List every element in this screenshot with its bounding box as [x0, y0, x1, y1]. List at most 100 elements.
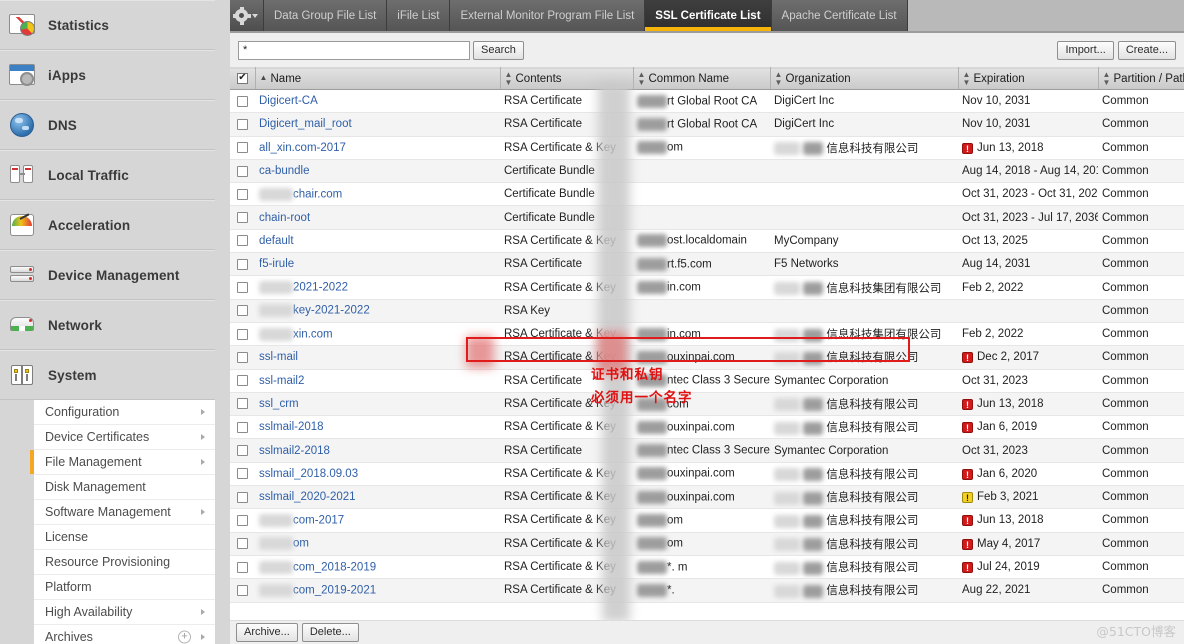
certificate-link[interactable]: all_xin.com-2017	[259, 142, 346, 154]
sidebar-item-system[interactable]: System	[0, 350, 215, 400]
sidebar-subitem-license[interactable]: License	[34, 525, 215, 550]
row-select-cell[interactable]	[230, 112, 255, 137]
archive-button[interactable]: Archive...	[236, 623, 298, 642]
certificate-link[interactable]: ssl-mail2	[259, 375, 304, 387]
row-checkbox[interactable]	[237, 445, 248, 457]
row-checkbox[interactable]	[237, 118, 248, 130]
cell-name[interactable]: key-2021-2022	[255, 299, 500, 323]
table-row[interactable]: chair.com Certificate Bundle Oct 31, 2023 …	[230, 182, 1184, 207]
row-select-cell[interactable]	[230, 229, 255, 254]
row-checkbox[interactable]	[237, 375, 248, 387]
sidebar-item-iapps[interactable]: iApps	[0, 50, 215, 100]
cell-name[interactable]: com-2017	[255, 508, 500, 533]
certificate-link[interactable]: ca-bundle	[259, 165, 310, 177]
row-select-cell[interactable]	[230, 508, 255, 533]
select-all-checkbox[interactable]	[236, 72, 248, 84]
row-checkbox[interactable]	[237, 305, 248, 317]
import-button[interactable]: Import...	[1057, 40, 1114, 60]
row-select-cell[interactable]	[230, 462, 255, 487]
table-row[interactable]: sslmail_2020-2021 RSA Certificate & Key ou…	[230, 485, 1184, 510]
sidebar-item-local-traffic[interactable]: Local Traffic	[0, 150, 215, 200]
cell-name[interactable]: om	[255, 532, 500, 556]
column-header-name[interactable]: ▲ Name	[255, 67, 501, 90]
certificate-link[interactable]: sslmail_2020-2021	[259, 491, 356, 503]
row-checkbox[interactable]	[237, 95, 248, 107]
certificate-link[interactable]: com_2019-2021	[293, 584, 376, 596]
row-select-cell[interactable]	[230, 438, 255, 463]
select-all-header[interactable]	[230, 67, 256, 90]
row-checkbox[interactable]	[237, 258, 248, 270]
table-row[interactable]: com_2018-2019 RSA Certificate & Key *. m 信…	[230, 555, 1184, 580]
cell-name[interactable]: chain-root	[255, 205, 500, 230]
sidebar-subitem-resource-provisioning[interactable]: Resource Provisioning	[34, 550, 215, 575]
row-select-cell[interactable]	[230, 345, 255, 370]
row-checkbox[interactable]	[237, 421, 248, 433]
row-checkbox[interactable]	[237, 561, 248, 573]
sidebar-item-dns[interactable]: DNS	[0, 100, 215, 150]
table-row[interactable]: xin.com RSA Certificate & Key in.com 信息科技集…	[230, 322, 1184, 347]
row-select-cell[interactable]	[230, 485, 255, 510]
row-checkbox[interactable]	[237, 351, 248, 363]
row-checkbox[interactable]	[237, 468, 248, 480]
certificate-link[interactable]: chair.com	[293, 188, 342, 200]
row-select-cell[interactable]	[230, 578, 255, 603]
table-row[interactable]: key-2021-2022 RSA Key Common	[230, 299, 1184, 323]
table-row[interactable]: ssl_crm RSA Certificate & Key com 信息科技有限公司…	[230, 392, 1184, 417]
tab-data-group-file-list[interactable]: Data Group File List	[264, 0, 388, 31]
cell-name[interactable]: sslmail_2018.09.03	[255, 462, 500, 487]
certificate-link[interactable]: Digicert_mail_root	[259, 118, 352, 130]
certificate-link[interactable]: default	[259, 235, 294, 247]
table-row[interactable]: chain-root Certificate Bundle Oct 31, 2023…	[230, 205, 1184, 230]
gear-menu-button[interactable]	[230, 0, 264, 31]
table-row[interactable]: all_xin.com-2017 RSA Certificate & Key om …	[230, 136, 1184, 160]
row-checkbox[interactable]	[237, 235, 248, 247]
tab-apache-certificate-list[interactable]: Apache Certificate List	[771, 0, 908, 31]
row-checkbox[interactable]	[237, 514, 248, 526]
row-checkbox[interactable]	[237, 538, 248, 550]
cell-name[interactable]: ca-bundle	[255, 159, 500, 184]
row-select-cell[interactable]	[230, 205, 255, 230]
column-header-partition-path[interactable]: Partition / Path	[1098, 67, 1184, 90]
sidebar-subitem-configuration[interactable]: Configuration	[34, 400, 215, 425]
table-row[interactable]: Digicert-CA RSA Certificate rt Global Root…	[230, 89, 1184, 114]
cell-name[interactable]: 2021-2022	[255, 275, 500, 300]
table-row[interactable]: default RSA Certificate & Key ost.localdom…	[230, 229, 1184, 254]
cell-name[interactable]: ssl-mail	[255, 345, 500, 370]
cell-name[interactable]: Digicert_mail_root	[255, 112, 500, 137]
certificate-link[interactable]: f5-irule	[259, 258, 294, 270]
sidebar-subitem-file-management[interactable]: File Management	[30, 450, 215, 475]
table-row[interactable]: com_2019-2021 RSA Certificate & Key *. 信息科…	[230, 578, 1184, 603]
certificate-link[interactable]: 2021-2022	[293, 282, 348, 294]
sidebar-item-statistics[interactable]: Statistics	[0, 0, 215, 50]
cell-name[interactable]: Digicert-CA	[255, 89, 500, 114]
column-header-organization[interactable]: Organization	[770, 67, 959, 90]
column-header-common-name[interactable]: Common Name	[633, 67, 771, 90]
row-checkbox[interactable]	[237, 491, 248, 503]
certificate-link[interactable]: sslmail2-2018	[259, 445, 330, 457]
cell-name[interactable]: com_2019-2021	[255, 578, 500, 603]
sidebar-subitem-archives[interactable]: Archives +	[34, 625, 215, 644]
row-select-cell[interactable]	[230, 555, 255, 580]
cell-name[interactable]: ssl_crm	[255, 392, 500, 417]
certificate-link[interactable]: com-2017	[293, 515, 344, 527]
certificate-link[interactable]: ssl_crm	[259, 398, 299, 410]
table-row[interactable]: sslmail_2018.09.03 RSA Certificate & Key o…	[230, 462, 1184, 487]
certificate-link[interactable]: com_2018-2019	[293, 561, 376, 573]
row-select-cell[interactable]	[230, 252, 255, 277]
table-row[interactable]: Digicert_mail_root RSA Certificate rt Glob…	[230, 112, 1184, 137]
cell-name[interactable]: sslmail_2020-2021	[255, 485, 500, 510]
create-button[interactable]: Create...	[1117, 40, 1176, 60]
row-checkbox[interactable]	[237, 398, 248, 410]
search-input[interactable]	[238, 40, 470, 60]
row-select-cell[interactable]	[230, 392, 255, 417]
table-row[interactable]: ssl-mail RSA Certificate & Key ouxinpai.co…	[230, 345, 1184, 370]
row-select-cell[interactable]	[230, 182, 255, 207]
cell-name[interactable]: sslmail2-2018	[255, 438, 500, 463]
certificate-link[interactable]: om	[293, 538, 309, 550]
row-select-cell[interactable]	[230, 415, 255, 440]
delete-button[interactable]: Delete...	[301, 623, 359, 642]
row-select-cell[interactable]	[230, 299, 255, 323]
cell-name[interactable]: xin.com	[255, 322, 500, 347]
table-row[interactable]: sslmail-2018 RSA Certificate & Key ouxinpa…	[230, 415, 1184, 440]
tab-ifile-list[interactable]: iFile List	[387, 0, 451, 31]
